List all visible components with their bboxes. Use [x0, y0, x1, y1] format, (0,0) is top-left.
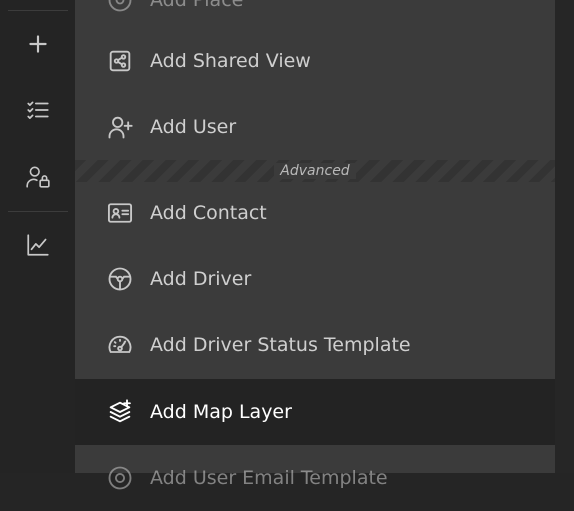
menu-item-label: Add User [150, 116, 237, 138]
rail-tasks-button[interactable] [0, 85, 75, 135]
menu-item-add-user[interactable]: Add User [75, 94, 555, 160]
menu-item-label: Add Contact [150, 202, 267, 224]
rail-add-button[interactable] [0, 19, 75, 69]
rail-divider [8, 10, 68, 11]
menu-item-add-contact[interactable]: Add Contact [75, 180, 555, 246]
scroll-gutter [555, 0, 574, 473]
user-lock-icon [25, 166, 50, 188]
rail-user-permissions-button[interactable] [0, 152, 75, 202]
gauge-icon [105, 330, 135, 360]
add-menu: Add Place Add Shared View Add User Advan… [75, 0, 555, 490]
menu-item-add-driver[interactable]: Add Driver [75, 246, 555, 312]
menu-item-add-shared-view[interactable]: Add Shared View [75, 28, 555, 94]
menu-item-add-map-layer[interactable]: Add Map Layer [75, 379, 555, 445]
menu-item-label: Add Driver Status Template [150, 334, 411, 356]
section-label: Advanced [274, 163, 356, 179]
steering-wheel-icon [105, 264, 135, 294]
section-divider-advanced: Advanced [75, 160, 555, 182]
plus-icon [28, 35, 47, 53]
user-plus-icon [105, 112, 135, 142]
layers-plus-icon [105, 397, 135, 427]
map-pin-icon [105, 0, 135, 15]
id-card-icon [105, 198, 135, 228]
menu-item-add-user-email-template[interactable]: Add User Email Template [75, 445, 555, 511]
menu-item-add-driver-status-template[interactable]: Add Driver Status Template [75, 312, 555, 378]
rail-divider [8, 211, 68, 212]
icon-rail [0, 0, 75, 473]
menu-item-label: Add Map Layer [150, 401, 292, 423]
at-sign-icon [105, 463, 135, 493]
checklist-icon [26, 101, 49, 119]
rail-analytics-button[interactable] [0, 220, 75, 270]
share-square-icon [105, 46, 135, 76]
menu-item-label: Add User Email Template [150, 467, 388, 489]
menu-item-label: Add Driver [150, 268, 252, 290]
menu-item-label: Add Shared View [150, 50, 311, 72]
chart-line-icon [26, 234, 49, 256]
menu-item-label: Add Place [150, 0, 244, 11]
